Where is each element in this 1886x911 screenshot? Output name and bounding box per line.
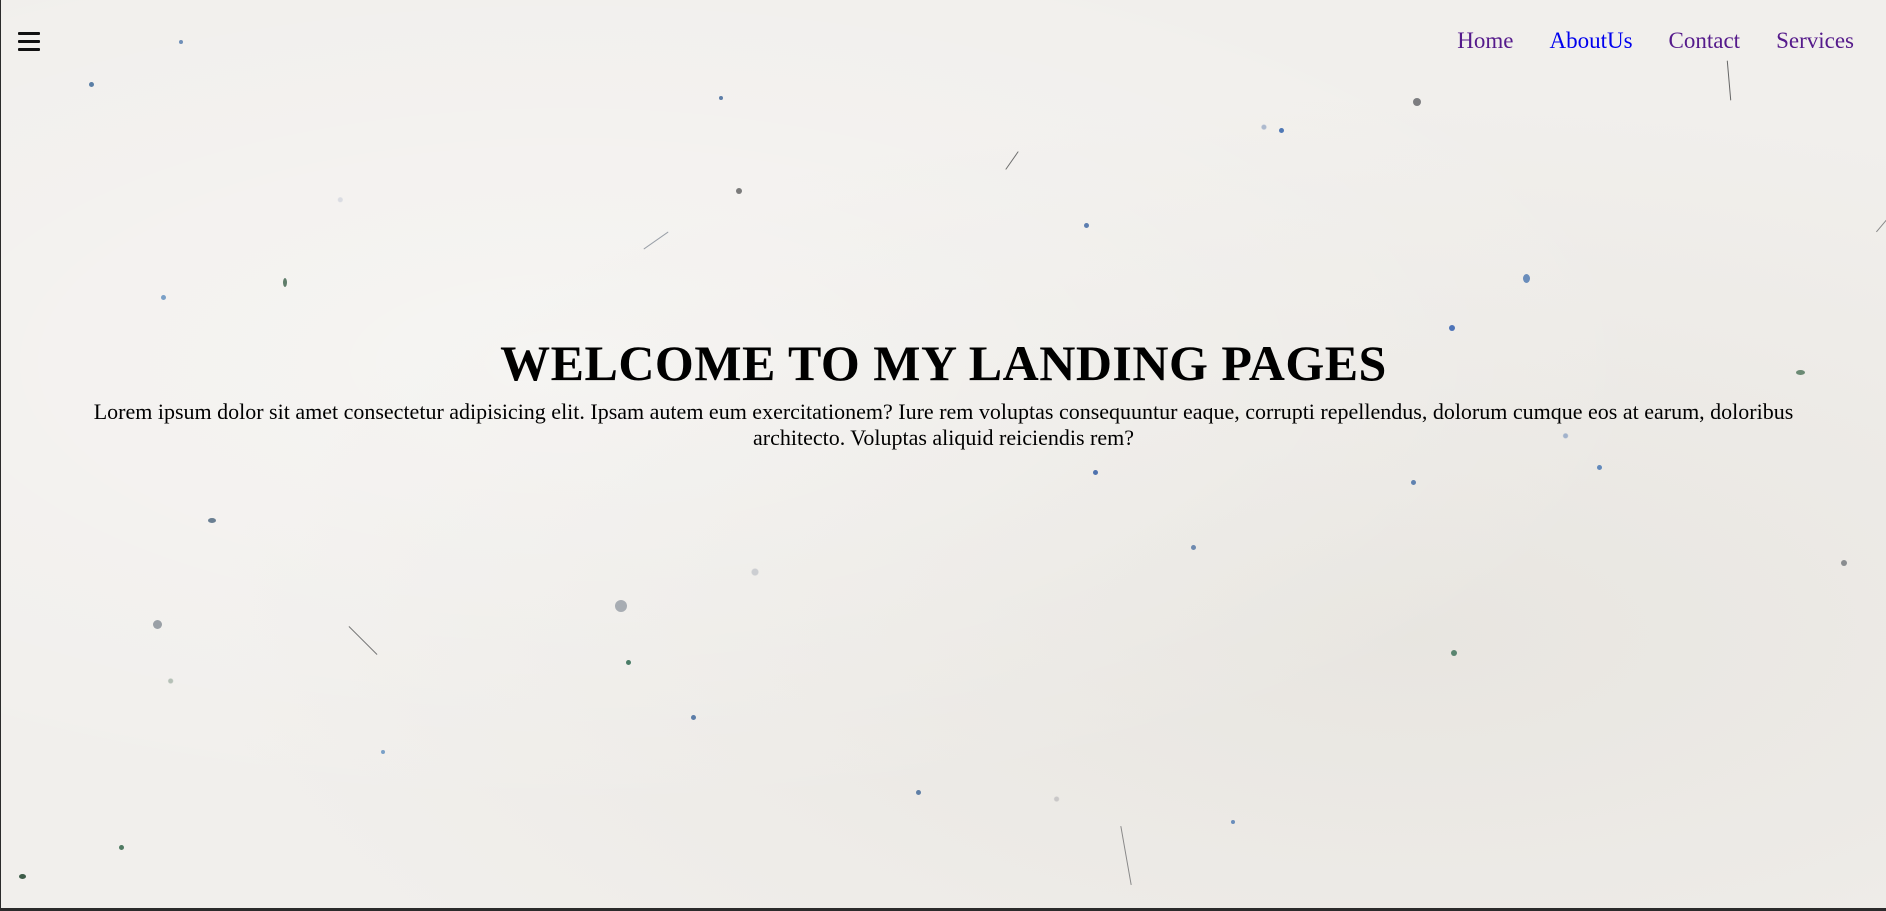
texture-fiber [1120,825,1132,886]
texture-speck [179,40,183,44]
texture-speck [1093,470,1098,475]
texture-speck [1413,98,1421,106]
texture-speck [89,82,94,87]
hamburger-menu-icon[interactable] [18,32,40,51]
texture-speck [916,790,921,795]
texture-speck [719,96,723,100]
nav-link-services[interactable]: Services [1776,28,1854,54]
texture-speck [1191,545,1196,550]
menu-icon-bar [18,48,40,51]
texture-speck [626,660,631,665]
texture-speck [119,845,124,850]
texture-speck [208,518,216,523]
texture-fiber [1726,60,1732,101]
hero-section: WELCOME TO MY LANDING PAGES Lorem ipsum … [1,336,1886,451]
texture-speck [1411,480,1416,485]
texture-speck [153,620,162,629]
nav-link-contact[interactable]: Contact [1669,28,1741,54]
texture-speck [1279,128,1284,133]
texture-speck [161,295,166,300]
texture-speck [1597,465,1602,470]
texture-speck [691,715,696,720]
top-nav: Home AboutUs Contact Services [1457,28,1854,54]
texture-speck [19,874,26,879]
texture-speck [381,750,385,754]
nav-link-home[interactable]: Home [1457,28,1513,54]
texture-fiber [1005,151,1019,170]
texture-speck [736,188,742,194]
hero-title: WELCOME TO MY LANDING PAGES [500,335,1387,391]
texture-speck [1449,325,1455,331]
texture-speck [615,600,627,612]
texture-fiber [1875,208,1886,233]
landing-page: Home AboutUs Contact Services WELCOME TO… [1,0,1886,908]
texture-speck [283,278,287,287]
texture-speck [1841,560,1847,566]
texture-fiber [348,626,378,655]
menu-icon-bar [18,40,40,43]
texture-speck [1523,274,1530,283]
hero-description: Lorem ipsum dolor sit amet consectetur a… [93,399,1794,450]
texture-speck [1231,820,1235,824]
menu-icon-bar [18,32,40,35]
texture-speck [1084,223,1089,228]
texture-fiber [643,231,669,250]
nav-link-aboutus[interactable]: AboutUs [1549,28,1632,54]
texture-speck [1451,650,1457,656]
